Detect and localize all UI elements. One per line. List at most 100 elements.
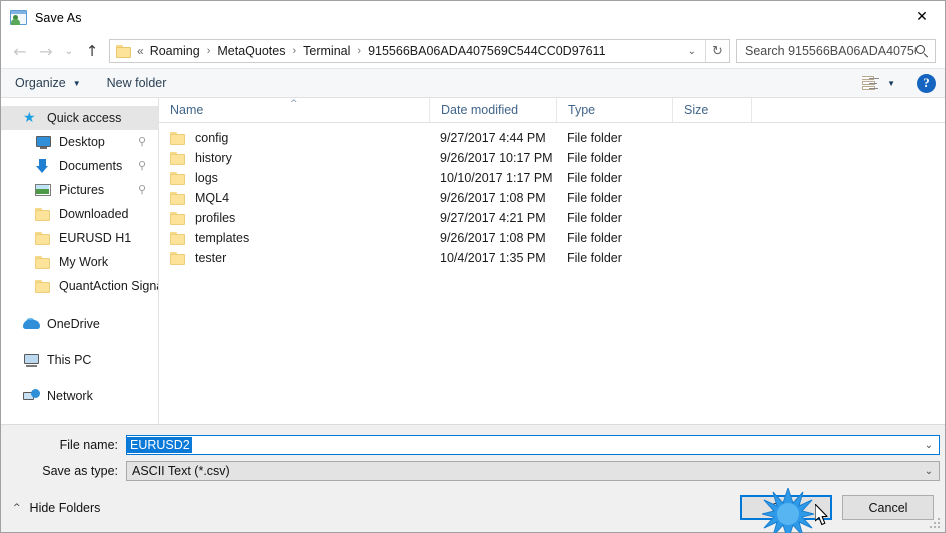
file-date: 9/26/2017 1:08 PM xyxy=(440,191,546,205)
search-input[interactable]: Search 915566BA06ADA40756... xyxy=(736,39,936,63)
organize-label: Organize xyxy=(15,76,66,90)
navigation-pane: ★ Quick access Desktop ⚲ Documents ⚲ Pic… xyxy=(1,98,159,424)
breadcrumb: « Roaming › MetaQuotes › Terminal › 9155… xyxy=(137,44,608,58)
sidebar-item-label: Documents xyxy=(59,159,123,173)
column-header-size[interactable]: Size xyxy=(672,98,752,122)
recent-locations-button[interactable]: ⌄ xyxy=(59,38,79,64)
pictures-icon xyxy=(35,183,52,198)
cancel-button[interactable]: Cancel xyxy=(842,495,934,520)
sidebar-item-downloaded[interactable]: Downloaded xyxy=(1,202,158,226)
file-date: 9/27/2017 4:44 PM xyxy=(440,131,546,145)
sidebar-item-network[interactable]: Network xyxy=(1,384,158,408)
folder-icon xyxy=(170,251,186,265)
sidebar-item-quick-access[interactable]: ★ Quick access xyxy=(1,106,158,130)
file-type: File folder xyxy=(567,131,622,145)
this-pc-icon xyxy=(23,353,40,368)
help-icon[interactable]: ? xyxy=(917,73,936,93)
folder-icon xyxy=(35,255,52,270)
column-header-label: Name xyxy=(170,103,204,117)
file-name-input[interactable]: EURUSD2 ⌄ xyxy=(126,435,940,455)
table-row[interactable]: templates 9/26/2017 1:08 PM File folder xyxy=(159,228,945,248)
breadcrumb-item-guid[interactable]: 915566BA06ADA407569C544CC0D97611 xyxy=(366,44,607,58)
folder-icon xyxy=(170,191,186,205)
sidebar-item-this-pc[interactable]: This PC xyxy=(1,348,158,372)
search-placeholder: Search 915566BA06ADA40756... xyxy=(745,44,916,58)
dialog-body: ★ Quick access Desktop ⚲ Documents ⚲ Pic… xyxy=(1,98,945,424)
sidebar-item-my-work[interactable]: My Work xyxy=(1,250,158,274)
table-row[interactable]: tester 10/4/2017 1:35 PM File folder xyxy=(159,248,945,268)
address-bar[interactable]: « Roaming › MetaQuotes › Terminal › 9155… xyxy=(109,39,730,63)
sidebar-item-quantaction-signal[interactable]: QuantAction Signal xyxy=(1,274,158,298)
pin-icon[interactable]: ⚲ xyxy=(138,184,149,195)
documents-icon xyxy=(35,158,52,174)
breadcrumb-item-metaquotes[interactable]: MetaQuotes xyxy=(215,44,287,58)
folder-icon xyxy=(170,231,186,245)
sidebar-item-pictures[interactable]: Pictures ⚲ xyxy=(1,178,158,202)
chevron-up-icon: ^ xyxy=(13,503,21,513)
file-name: MQL4 xyxy=(195,191,230,205)
close-icon[interactable]: ✕ xyxy=(899,1,945,33)
chevron-down-icon[interactable]: ⌄ xyxy=(919,462,939,480)
sidebar-item-label: Desktop xyxy=(59,135,105,149)
table-row[interactable]: config 9/27/2017 4:44 PM File folder xyxy=(159,128,945,148)
file-type: File folder xyxy=(567,251,622,265)
breadcrumb-overflow-icon[interactable]: « xyxy=(137,44,148,58)
network-icon xyxy=(23,388,40,404)
breadcrumb-item-roaming[interactable]: Roaming xyxy=(148,44,202,58)
save-button[interactable]: Save xyxy=(740,495,832,520)
breadcrumb-item-terminal[interactable]: Terminal xyxy=(301,44,352,58)
folder-icon xyxy=(170,151,186,165)
table-row[interactable]: logs 10/10/2017 1:17 PM File folder xyxy=(159,168,945,188)
save-as-type-select[interactable]: ASCII Text (*.csv) ⌄ xyxy=(126,461,940,481)
pin-icon[interactable]: ⚲ xyxy=(138,160,149,171)
table-row[interactable]: MQL4 9/26/2017 1:08 PM File folder xyxy=(159,188,945,208)
sort-ascending-icon: ^ xyxy=(290,99,298,109)
file-type: File folder xyxy=(567,151,622,165)
save-as-type-label: Save as type: xyxy=(42,464,118,478)
refresh-icon[interactable]: ↻ xyxy=(705,40,729,62)
column-header-name[interactable]: Name ^ xyxy=(159,98,429,122)
chevron-right-icon: › xyxy=(206,45,211,57)
file-date: 9/26/2017 1:08 PM xyxy=(440,231,546,245)
file-name-value: EURUSD2 xyxy=(127,437,192,453)
window-title: Save As xyxy=(35,10,82,25)
navigation-bar: ← → ⌄ ↑ « Roaming › MetaQuotes › Termina… xyxy=(1,34,945,68)
folder-icon xyxy=(35,207,52,222)
file-type: File folder xyxy=(567,211,622,225)
hide-folders-button[interactable]: ^ Hide Folders xyxy=(13,501,100,515)
search-icon xyxy=(916,44,929,58)
chevron-down-icon[interactable]: ⌄ xyxy=(919,436,939,454)
column-header-date-modified[interactable]: Date modified xyxy=(429,98,556,122)
chevron-down-icon[interactable]: ▼ xyxy=(887,79,895,88)
star-icon: ★ xyxy=(23,109,36,126)
file-name: tester xyxy=(195,251,227,265)
file-name-row: File name: EURUSD2 ⌄ xyxy=(1,435,945,455)
new-folder-button[interactable]: New folder xyxy=(107,69,167,97)
table-row[interactable]: profiles 9/27/2017 4:21 PM File folder xyxy=(159,208,945,228)
column-header-type[interactable]: Type xyxy=(556,98,672,122)
folder-icon xyxy=(170,171,186,185)
save-as-icon xyxy=(10,9,27,26)
up-button[interactable]: ↑ xyxy=(79,38,105,64)
pin-icon[interactable]: ⚲ xyxy=(138,136,149,147)
file-date: 9/26/2017 10:17 PM xyxy=(440,151,553,165)
sidebar-item-desktop[interactable]: Desktop ⚲ xyxy=(1,130,158,154)
sidebar-item-eurusd-h1[interactable]: EURUSD H1 xyxy=(1,226,158,250)
forward-button[interactable]: → xyxy=(33,38,59,64)
sidebar-item-label: EURUSD H1 xyxy=(59,231,132,245)
sidebar-item-documents[interactable]: Documents ⚲ xyxy=(1,154,158,178)
back-button[interactable]: ← xyxy=(7,38,33,64)
organize-button[interactable]: Organize ▼ xyxy=(15,69,81,97)
folder-icon xyxy=(170,131,186,145)
folder-icon xyxy=(35,279,52,294)
chevron-down-icon[interactable]: ⌄ xyxy=(679,46,705,57)
file-name: profiles xyxy=(195,211,236,225)
resize-grip[interactable] xyxy=(930,518,941,529)
file-type: File folder xyxy=(567,171,622,185)
save-as-type-row: Save as type: ASCII Text (*.csv) ⌄ xyxy=(1,461,945,481)
view-mode-icon[interactable] xyxy=(862,76,880,90)
sidebar-item-onedrive[interactable]: OneDrive xyxy=(1,312,158,336)
table-row[interactable]: history 9/26/2017 10:17 PM File folder xyxy=(159,148,945,168)
chevron-down-icon: ▼ xyxy=(72,78,81,88)
chevron-right-icon: › xyxy=(357,45,362,57)
